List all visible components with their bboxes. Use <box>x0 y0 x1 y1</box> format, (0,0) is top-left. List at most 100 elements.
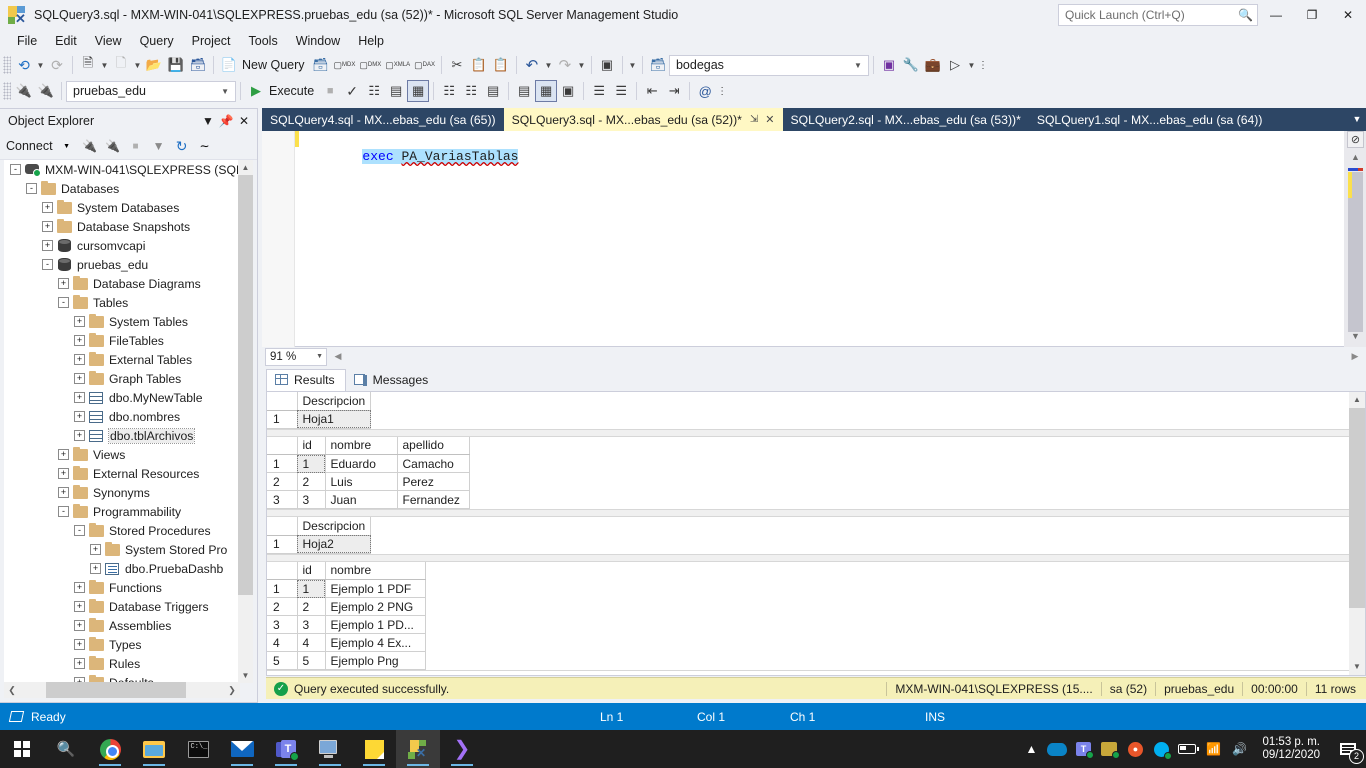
object-explorer-horizontal-scrollbar[interactable]: ❮ ❯ <box>4 682 240 698</box>
new-xmla-query-icon[interactable]: ▢ XMLA <box>383 54 412 76</box>
split-editor-icon[interactable]: ⊘ <box>1347 131 1364 148</box>
table-cell[interactable]: 3 <box>297 615 326 634</box>
connect-button[interactable]: Connect <box>6 139 55 153</box>
onedrive-tray-button[interactable] <box>1044 730 1070 768</box>
include-actual-plan-icon[interactable]: ☷ <box>438 80 460 102</box>
parse-icon[interactable]: ✓ <box>341 80 363 102</box>
row-number[interactable]: 1 <box>267 454 298 473</box>
scroll-thumb[interactable] <box>1349 408 1365 608</box>
copy-icon[interactable]: 📋 <box>468 54 490 76</box>
new-dmx-query-icon[interactable]: ▢ DMX <box>357 54 383 76</box>
toolbar-grip-2[interactable] <box>3 82 11 100</box>
expand-icon[interactable]: + <box>74 601 85 612</box>
table-cell[interactable]: Ejemplo 1 PDF <box>325 579 426 598</box>
tree-node[interactable]: + cursomvcapi <box>4 236 240 255</box>
toolbar-options-icon[interactable]: ▼ <box>627 61 638 70</box>
expand-icon[interactable]: + <box>74 582 85 593</box>
object-explorer-tree[interactable]: - MXM-WIN-041\SQLEXPRESS (SQL S - Databases… <box>4 160 240 683</box>
results-to-grid-icon-2[interactable]: ▦ <box>535 80 558 102</box>
table-cell[interactable]: 5 <box>297 651 326 670</box>
expand-icon[interactable]: + <box>74 354 85 365</box>
row-number[interactable]: 1 <box>267 579 298 598</box>
sticky-notes-button[interactable] <box>352 730 396 768</box>
results-to-file-icon[interactable]: ▣ <box>557 80 579 102</box>
column-header[interactable]: Descripcion <box>297 392 372 411</box>
stop-icon[interactable]: ■ <box>125 135 147 157</box>
expand-icon[interactable]: + <box>58 278 69 289</box>
results-vertical-scrollbar[interactable]: ▲ ▼ <box>1349 392 1365 675</box>
navigate-forward-icon[interactable]: ⟳ <box>46 54 68 76</box>
command-window-dropdown-icon[interactable]: ▼ <box>966 61 977 70</box>
table-cell[interactable]: 3 <box>297 490 326 509</box>
table-row[interactable]: 2 2 Ejemplo 2 PNG <box>267 597 426 616</box>
menu-view[interactable]: View <box>86 32 131 50</box>
battery-button[interactable] <box>1174 730 1200 768</box>
scroll-right-icon[interactable]: ▶ <box>1348 349 1362 364</box>
include-client-stats-icon[interactable]: ▤ <box>482 80 504 102</box>
registered-servers-icon[interactable]: ▣ <box>596 54 618 76</box>
available-databases-combo[interactable]: pruebas_edu ▼ <box>66 80 236 102</box>
tree-node[interactable]: + Rules <box>4 654 240 673</box>
scroll-right-icon[interactable]: ❯ <box>224 682 240 698</box>
activity-monitor-icon[interactable]: ∼ <box>194 135 216 157</box>
column-header[interactable]: nombre <box>325 436 398 455</box>
expand-icon[interactable]: + <box>58 449 69 460</box>
command-window-icon[interactable]: ▷ <box>944 54 966 76</box>
open-file-icon[interactable]: 📂 <box>143 54 165 76</box>
tree-node[interactable]: + System Databases <box>4 198 240 217</box>
editor-code-area[interactable]: exec PA_VariasTablas <box>300 131 1344 347</box>
new-database-engine-query-icon[interactable]: 🗃 <box>310 54 332 76</box>
menu-window[interactable]: Window <box>287 32 349 50</box>
specify-values-icon[interactable]: @ <box>694 80 716 102</box>
menu-project[interactable]: Project <box>183 32 240 50</box>
toolbar-overflow-icon-2[interactable]: ⋮ <box>716 86 728 96</box>
expand-icon[interactable]: + <box>42 240 53 251</box>
safe-tray-button[interactable] <box>1096 730 1122 768</box>
tree-node[interactable]: + Views <box>4 445 240 464</box>
tree-node[interactable]: + Database Triggers <box>4 597 240 616</box>
filter-icon[interactable]: ▼ <box>148 135 170 157</box>
expand-icon[interactable]: + <box>74 316 85 327</box>
new-dax-query-icon[interactable]: ▢ DAX <box>412 54 437 76</box>
table-row[interactable]: 1 1 Ejemplo 1 PDF <box>267 579 426 598</box>
tree-node[interactable]: - Tables <box>4 293 240 312</box>
panel-menu-icon[interactable]: ▼ <box>199 114 217 128</box>
menu-file[interactable]: File <box>8 32 46 50</box>
row-number[interactable]: 2 <box>267 597 298 616</box>
results-to-grid-icon[interactable]: ▦ <box>407 80 430 102</box>
row-number[interactable]: 4 <box>267 633 298 652</box>
teams-tray-button[interactable]: T <box>1070 730 1096 768</box>
clock[interactable]: 01:53 p. m. 09/12/2020 <box>1252 736 1330 762</box>
available-databases-icon[interactable]: 🗃 <box>647 54 669 76</box>
visual-studio-code-button[interactable]: ❯ <box>440 730 484 768</box>
row-number[interactable]: 5 <box>267 651 298 670</box>
document-tab[interactable]: SQLQuery1.sql - MX...ebas_edu (sa (64)) <box>1029 108 1271 131</box>
expand-icon[interactable]: + <box>74 430 85 441</box>
table-cell[interactable]: Eduardo <box>325 454 398 473</box>
result-grid[interactable]: Descripcion 1 Hoja2 <box>267 517 1365 555</box>
tree-node[interactable]: + Database Snapshots <box>4 217 240 236</box>
grid-corner-header[interactable] <box>267 561 298 580</box>
remote-desktop-button[interactable] <box>308 730 352 768</box>
expand-icon[interactable]: + <box>74 639 85 650</box>
volume-button[interactable]: 🔊 <box>1226 730 1252 768</box>
grid-corner-header[interactable] <box>267 436 298 455</box>
results-tab-results[interactable]: Results <box>266 369 346 391</box>
table-cell[interactable]: 2 <box>297 472 326 491</box>
scroll-up-icon[interactable]: ▲ <box>1349 392 1365 408</box>
table-row[interactable]: 3 3 Juan Fernandez <box>267 490 470 509</box>
expand-icon[interactable]: + <box>74 620 85 631</box>
database-combo[interactable]: bodegas ▼ <box>668 54 869 76</box>
wrench-icon[interactable]: 🔧 <box>900 54 922 76</box>
collapse-icon[interactable]: - <box>26 183 37 194</box>
show-hidden-icons-button[interactable]: ▲ <box>1018 730 1044 768</box>
add-new-item-dropdown-icon[interactable]: ▼ <box>132 61 143 70</box>
collapse-icon[interactable]: - <box>58 297 69 308</box>
table-cell[interactable]: 4 <box>297 633 326 652</box>
scroll-left-icon[interactable]: ❮ <box>4 682 20 698</box>
table-row[interactable]: 2 2 Luis Perez <box>267 472 470 491</box>
display-estimated-plan-icon[interactable]: ☷ <box>363 80 385 102</box>
command-prompt-button[interactable]: C:\_ <box>176 730 220 768</box>
new-query-icon[interactable]: 📄 <box>218 54 240 76</box>
grid-corner-header[interactable] <box>267 392 298 411</box>
